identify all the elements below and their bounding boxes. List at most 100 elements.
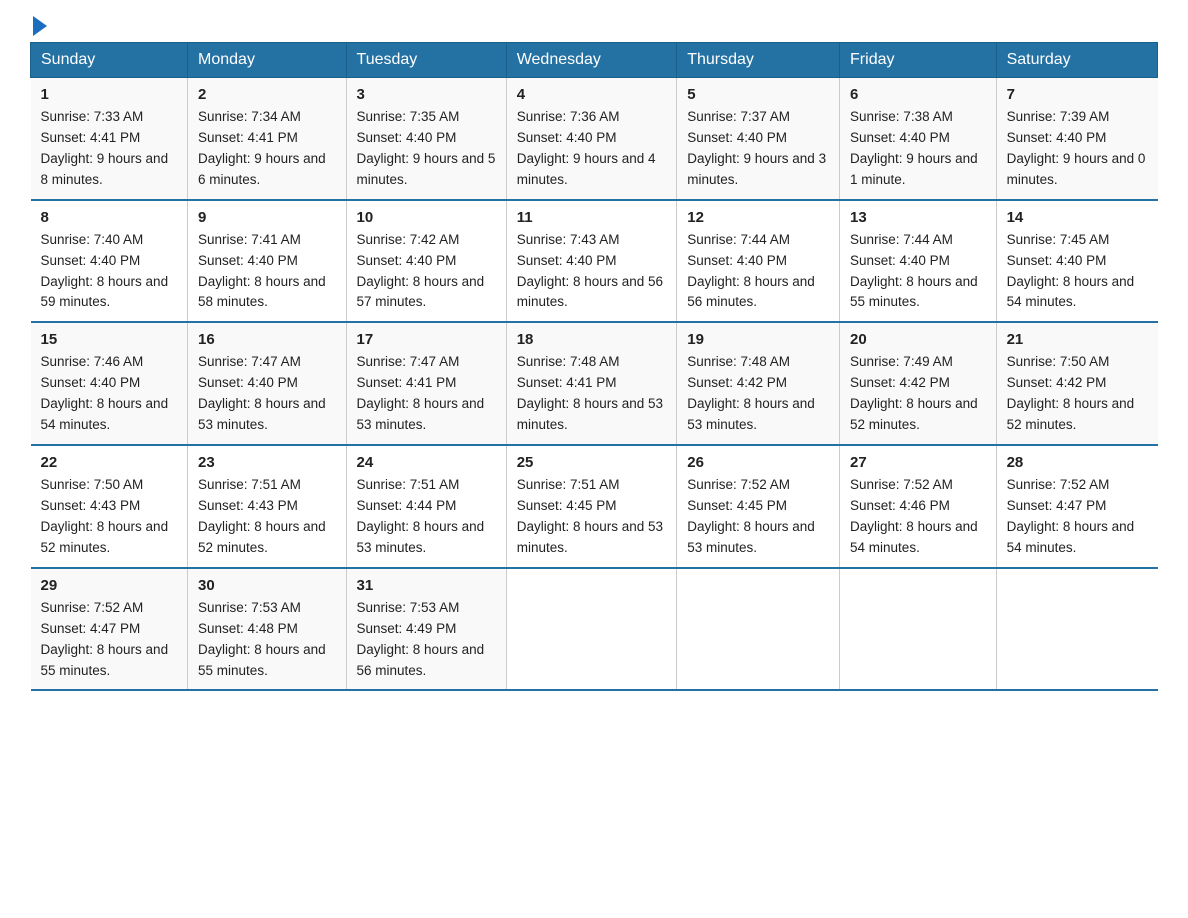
day-number: 21 bbox=[1007, 331, 1148, 348]
day-info: Sunrise: 7:51 AMSunset: 4:45 PMDaylight:… bbox=[517, 477, 663, 555]
day-number: 7 bbox=[1007, 86, 1148, 103]
calendar-cell: 18 Sunrise: 7:48 AMSunset: 4:41 PMDaylig… bbox=[506, 322, 677, 445]
col-header-wednesday: Wednesday bbox=[506, 43, 677, 78]
day-info: Sunrise: 7:45 AMSunset: 4:40 PMDaylight:… bbox=[1007, 232, 1135, 310]
calendar-week-row: 22 Sunrise: 7:50 AMSunset: 4:43 PMDaylig… bbox=[31, 445, 1158, 568]
day-number: 3 bbox=[357, 86, 496, 103]
day-info: Sunrise: 7:47 AMSunset: 4:41 PMDaylight:… bbox=[357, 354, 485, 432]
calendar-cell: 1 Sunrise: 7:33 AMSunset: 4:41 PMDayligh… bbox=[31, 78, 188, 200]
day-info: Sunrise: 7:39 AMSunset: 4:40 PMDaylight:… bbox=[1007, 109, 1146, 187]
day-info: Sunrise: 7:52 AMSunset: 4:46 PMDaylight:… bbox=[850, 477, 978, 555]
day-info: Sunrise: 7:50 AMSunset: 4:42 PMDaylight:… bbox=[1007, 354, 1135, 432]
day-number: 20 bbox=[850, 331, 986, 348]
calendar-cell: 31 Sunrise: 7:53 AMSunset: 4:49 PMDaylig… bbox=[346, 568, 506, 691]
logo-arrow-icon bbox=[33, 16, 47, 36]
calendar-cell bbox=[996, 568, 1157, 691]
day-info: Sunrise: 7:50 AMSunset: 4:43 PMDaylight:… bbox=[41, 477, 169, 555]
day-number: 28 bbox=[1007, 454, 1148, 471]
col-header-friday: Friday bbox=[840, 43, 997, 78]
day-number: 12 bbox=[687, 209, 829, 226]
day-info: Sunrise: 7:49 AMSunset: 4:42 PMDaylight:… bbox=[850, 354, 978, 432]
calendar-cell: 8 Sunrise: 7:40 AMSunset: 4:40 PMDayligh… bbox=[31, 200, 188, 323]
calendar-cell: 7 Sunrise: 7:39 AMSunset: 4:40 PMDayligh… bbox=[996, 78, 1157, 200]
day-number: 13 bbox=[850, 209, 986, 226]
day-number: 23 bbox=[198, 454, 335, 471]
day-number: 9 bbox=[198, 209, 335, 226]
col-header-thursday: Thursday bbox=[677, 43, 840, 78]
calendar-cell bbox=[677, 568, 840, 691]
day-info: Sunrise: 7:41 AMSunset: 4:40 PMDaylight:… bbox=[198, 232, 326, 310]
day-info: Sunrise: 7:44 AMSunset: 4:40 PMDaylight:… bbox=[687, 232, 815, 310]
day-number: 6 bbox=[850, 86, 986, 103]
calendar-cell: 4 Sunrise: 7:36 AMSunset: 4:40 PMDayligh… bbox=[506, 78, 677, 200]
calendar-cell: 27 Sunrise: 7:52 AMSunset: 4:46 PMDaylig… bbox=[840, 445, 997, 568]
day-number: 30 bbox=[198, 577, 335, 594]
col-header-monday: Monday bbox=[188, 43, 346, 78]
day-info: Sunrise: 7:35 AMSunset: 4:40 PMDaylight:… bbox=[357, 109, 496, 187]
day-number: 27 bbox=[850, 454, 986, 471]
day-number: 19 bbox=[687, 331, 829, 348]
calendar-cell: 5 Sunrise: 7:37 AMSunset: 4:40 PMDayligh… bbox=[677, 78, 840, 200]
day-number: 5 bbox=[687, 86, 829, 103]
calendar-cell: 30 Sunrise: 7:53 AMSunset: 4:48 PMDaylig… bbox=[188, 568, 346, 691]
day-info: Sunrise: 7:44 AMSunset: 4:40 PMDaylight:… bbox=[850, 232, 978, 310]
calendar-cell: 24 Sunrise: 7:51 AMSunset: 4:44 PMDaylig… bbox=[346, 445, 506, 568]
day-number: 14 bbox=[1007, 209, 1148, 226]
calendar-cell: 21 Sunrise: 7:50 AMSunset: 4:42 PMDaylig… bbox=[996, 322, 1157, 445]
day-info: Sunrise: 7:47 AMSunset: 4:40 PMDaylight:… bbox=[198, 354, 326, 432]
calendar-cell: 3 Sunrise: 7:35 AMSunset: 4:40 PMDayligh… bbox=[346, 78, 506, 200]
day-number: 1 bbox=[41, 86, 178, 103]
day-number: 29 bbox=[41, 577, 178, 594]
calendar-cell: 11 Sunrise: 7:43 AMSunset: 4:40 PMDaylig… bbox=[506, 200, 677, 323]
col-header-sunday: Sunday bbox=[31, 43, 188, 78]
day-info: Sunrise: 7:38 AMSunset: 4:40 PMDaylight:… bbox=[850, 109, 978, 187]
calendar-week-row: 8 Sunrise: 7:40 AMSunset: 4:40 PMDayligh… bbox=[31, 200, 1158, 323]
logo bbox=[30, 20, 47, 32]
day-number: 16 bbox=[198, 331, 335, 348]
calendar-cell: 2 Sunrise: 7:34 AMSunset: 4:41 PMDayligh… bbox=[188, 78, 346, 200]
calendar-cell: 13 Sunrise: 7:44 AMSunset: 4:40 PMDaylig… bbox=[840, 200, 997, 323]
day-info: Sunrise: 7:53 AMSunset: 4:48 PMDaylight:… bbox=[198, 600, 326, 678]
calendar-cell: 29 Sunrise: 7:52 AMSunset: 4:47 PMDaylig… bbox=[31, 568, 188, 691]
calendar-cell: 15 Sunrise: 7:46 AMSunset: 4:40 PMDaylig… bbox=[31, 322, 188, 445]
day-number: 24 bbox=[357, 454, 496, 471]
calendar-header-row: SundayMondayTuesdayWednesdayThursdayFrid… bbox=[31, 43, 1158, 78]
day-number: 10 bbox=[357, 209, 496, 226]
day-number: 15 bbox=[41, 331, 178, 348]
day-number: 31 bbox=[357, 577, 496, 594]
day-info: Sunrise: 7:48 AMSunset: 4:41 PMDaylight:… bbox=[517, 354, 663, 432]
day-number: 11 bbox=[517, 209, 667, 226]
calendar-cell: 28 Sunrise: 7:52 AMSunset: 4:47 PMDaylig… bbox=[996, 445, 1157, 568]
calendar-week-row: 15 Sunrise: 7:46 AMSunset: 4:40 PMDaylig… bbox=[31, 322, 1158, 445]
day-info: Sunrise: 7:40 AMSunset: 4:40 PMDaylight:… bbox=[41, 232, 169, 310]
day-number: 8 bbox=[41, 209, 178, 226]
day-info: Sunrise: 7:43 AMSunset: 4:40 PMDaylight:… bbox=[517, 232, 663, 310]
day-info: Sunrise: 7:36 AMSunset: 4:40 PMDaylight:… bbox=[517, 109, 656, 187]
calendar-cell: 23 Sunrise: 7:51 AMSunset: 4:43 PMDaylig… bbox=[188, 445, 346, 568]
day-info: Sunrise: 7:33 AMSunset: 4:41 PMDaylight:… bbox=[41, 109, 169, 187]
calendar-cell bbox=[840, 568, 997, 691]
calendar-week-row: 29 Sunrise: 7:52 AMSunset: 4:47 PMDaylig… bbox=[31, 568, 1158, 691]
day-info: Sunrise: 7:52 AMSunset: 4:47 PMDaylight:… bbox=[41, 600, 169, 678]
calendar-cell: 6 Sunrise: 7:38 AMSunset: 4:40 PMDayligh… bbox=[840, 78, 997, 200]
calendar-cell: 25 Sunrise: 7:51 AMSunset: 4:45 PMDaylig… bbox=[506, 445, 677, 568]
day-info: Sunrise: 7:46 AMSunset: 4:40 PMDaylight:… bbox=[41, 354, 169, 432]
calendar-cell: 26 Sunrise: 7:52 AMSunset: 4:45 PMDaylig… bbox=[677, 445, 840, 568]
calendar-cell bbox=[506, 568, 677, 691]
calendar-cell: 12 Sunrise: 7:44 AMSunset: 4:40 PMDaylig… bbox=[677, 200, 840, 323]
day-number: 22 bbox=[41, 454, 178, 471]
day-info: Sunrise: 7:51 AMSunset: 4:43 PMDaylight:… bbox=[198, 477, 326, 555]
calendar-table: SundayMondayTuesdayWednesdayThursdayFrid… bbox=[30, 42, 1158, 691]
calendar-cell: 10 Sunrise: 7:42 AMSunset: 4:40 PMDaylig… bbox=[346, 200, 506, 323]
day-number: 17 bbox=[357, 331, 496, 348]
day-info: Sunrise: 7:52 AMSunset: 4:45 PMDaylight:… bbox=[687, 477, 815, 555]
calendar-week-row: 1 Sunrise: 7:33 AMSunset: 4:41 PMDayligh… bbox=[31, 78, 1158, 200]
day-number: 25 bbox=[517, 454, 667, 471]
day-info: Sunrise: 7:52 AMSunset: 4:47 PMDaylight:… bbox=[1007, 477, 1135, 555]
day-info: Sunrise: 7:48 AMSunset: 4:42 PMDaylight:… bbox=[687, 354, 815, 432]
day-number: 26 bbox=[687, 454, 829, 471]
day-number: 2 bbox=[198, 86, 335, 103]
day-info: Sunrise: 7:34 AMSunset: 4:41 PMDaylight:… bbox=[198, 109, 326, 187]
calendar-cell: 17 Sunrise: 7:47 AMSunset: 4:41 PMDaylig… bbox=[346, 322, 506, 445]
day-info: Sunrise: 7:37 AMSunset: 4:40 PMDaylight:… bbox=[687, 109, 826, 187]
